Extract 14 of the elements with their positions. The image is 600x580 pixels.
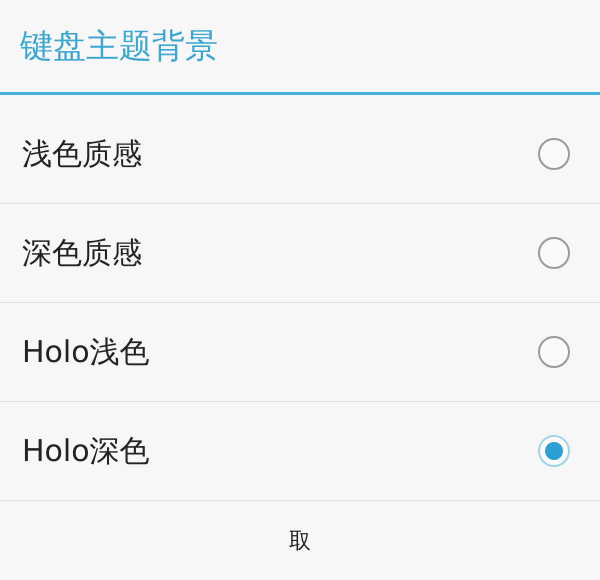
radio-button[interactable]: [538, 237, 570, 269]
option-row[interactable]: Holo浅色: [0, 303, 600, 402]
option-label: Holo深色: [22, 432, 150, 470]
radio-button[interactable]: [538, 138, 570, 170]
option-label: 深色质感: [22, 234, 142, 272]
option-row[interactable]: 深色质感: [0, 204, 600, 303]
cancel-button[interactable]: 取: [269, 518, 331, 564]
radio-button[interactable]: [538, 435, 570, 467]
option-label: Holo浅色: [22, 334, 150, 372]
option-row[interactable]: 浅色质感: [0, 105, 600, 204]
option-label: 浅色质感: [22, 136, 142, 174]
option-row[interactable]: Holo深色: [0, 402, 600, 501]
dialog-title: 键盘主题背景: [19, 24, 219, 66]
radio-button[interactable]: [538, 336, 570, 368]
